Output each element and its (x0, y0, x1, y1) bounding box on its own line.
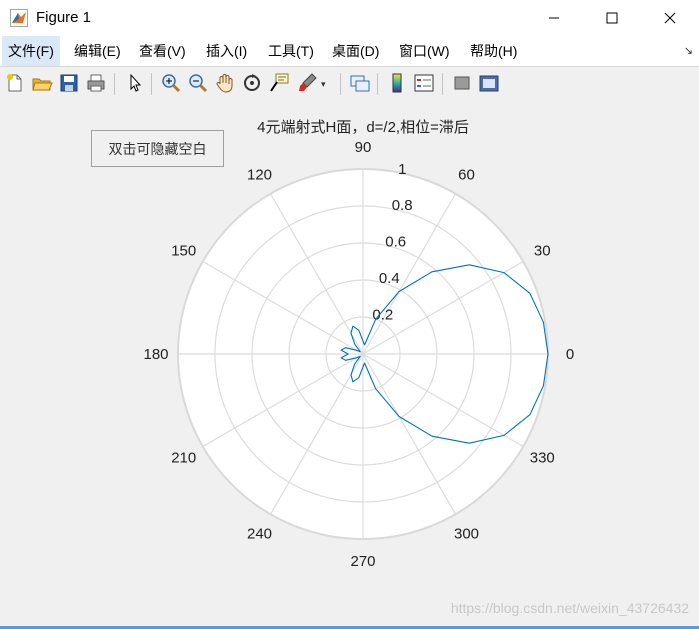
theta-tick-label: 30 (534, 243, 551, 260)
theta-tick-label: 300 (454, 525, 479, 542)
theta-tick-label: 120 (247, 167, 272, 184)
watermark-text: https://blog.csdn.net/weixin_43726432 (450, 600, 689, 616)
theta-tick-label: 270 (350, 553, 375, 570)
theta-tick-label: 330 (530, 450, 555, 467)
theta-tick-label: 0 (566, 346, 574, 363)
theta-tick-label: 240 (247, 525, 272, 542)
theta-tick-label: 180 (143, 346, 168, 363)
chart-title: 4元端射式H面，d=/2,相位=滞后 (257, 119, 469, 136)
theta-tick-label: 90 (355, 139, 372, 156)
r-tick-label: 0.8 (392, 197, 413, 214)
r-tick-label: 1 (398, 161, 406, 178)
r-tick-label: 0.2 (372, 307, 393, 324)
r-tick-label: 0.4 (379, 270, 400, 287)
r-tick-label: 0.6 (385, 234, 406, 251)
theta-tick-label: 60 (458, 167, 475, 184)
hide-whitespace-button[interactable]: 双击可隐藏空白 (91, 130, 224, 167)
polar-plot: 0 30 60 90 120 150 180 210 240 270 300 330 0.2 0.4 0.… (143, 119, 574, 570)
theta-tick-label: 150 (171, 243, 196, 260)
theta-tick-label: 210 (171, 450, 196, 467)
